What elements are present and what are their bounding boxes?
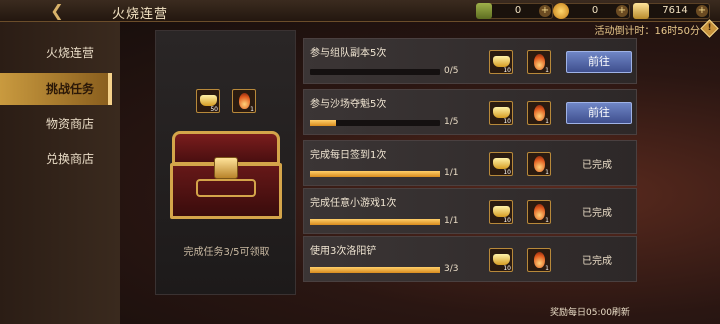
task-row: 完成每日签到1次 1/1 10 1 已完成 [303, 140, 637, 186]
progress-bar [310, 171, 440, 177]
gold-ingot-icon [633, 3, 649, 19]
reward-count: 10 [503, 169, 511, 176]
fire-token-icon [534, 204, 545, 220]
reward-count: 50 [210, 106, 218, 113]
task-row: 使用3次洛阳铲 3/3 10 1 已完成 [303, 236, 637, 282]
completed-status: 已完成 [582, 208, 612, 219]
reward-item-gold[interactable]: 10 [489, 50, 513, 74]
reward-count: 1 [545, 67, 549, 74]
progress-fill [310, 267, 440, 273]
currency-ingot: 7614 + [633, 3, 710, 19]
reward-count: 10 [503, 67, 511, 74]
task-label: 完成任意小游戏1次 [310, 198, 397, 209]
reward-count: 1 [545, 265, 549, 272]
sidebar-item-supply-shop[interactable]: 物资商店 [0, 108, 112, 140]
sidebar-item-fire-camp[interactable]: 火烧连营 [0, 37, 112, 69]
fire-token-icon [534, 54, 545, 70]
fire-token-icon [534, 252, 545, 268]
progress-fill [310, 120, 336, 126]
reward-count: 1 [545, 169, 549, 176]
progress-bar [310, 267, 440, 273]
progress-text: 3/3 [444, 264, 459, 274]
reward-item-gold[interactable]: 10 [489, 200, 513, 224]
chest-lock-icon [214, 157, 238, 179]
currency-value: 7614 [662, 5, 688, 16]
sidebar-item-exchange-shop[interactable]: 兑换商店 [0, 143, 112, 175]
reward-item-fire[interactable]: 1 [527, 50, 551, 74]
reward-item-gold[interactable]: 50 [196, 89, 220, 113]
reward-count: 10 [503, 118, 511, 125]
gold-coin-icon [553, 3, 569, 19]
reward-item-gold[interactable]: 10 [489, 248, 513, 272]
reward-count: 1 [250, 106, 254, 113]
progress-text: 1/5 [444, 117, 459, 127]
reward-item-gold[interactable]: 10 [489, 152, 513, 176]
task-label: 使用3次洛阳铲 [310, 246, 377, 257]
info-icon[interactable]: ! [700, 19, 719, 38]
event-countdown: 活动倒计时：16时50分 [594, 26, 700, 37]
add-jade-button[interactable]: + [539, 5, 551, 17]
page-title: 火烧连营 [112, 7, 169, 22]
gold-ingot-icon [493, 107, 510, 118]
jade-token-icon [476, 3, 492, 19]
reward-panel: 50 1 完成任务3/5可领取 [155, 30, 296, 295]
progress-text: 1/1 [444, 216, 459, 226]
currency-value: 0 [514, 5, 522, 16]
gold-ingot-icon [493, 158, 510, 169]
progress-bar [310, 120, 440, 126]
add-coin-button[interactable]: + [616, 5, 628, 17]
currency-jade: 0 + [476, 3, 553, 19]
reward-hint: 完成任务3/5可领取 [183, 247, 270, 258]
task-label: 完成每日签到1次 [310, 150, 387, 161]
progress-bar [310, 69, 440, 75]
task-label: 参与沙场夺魁5次 [310, 99, 387, 110]
reward-count: 1 [545, 118, 549, 125]
treasure-chest[interactable] [166, 131, 286, 219]
gold-ingot-icon [493, 56, 510, 67]
task-row: 完成任意小游戏1次 1/1 10 1 已完成 [303, 188, 637, 234]
go-button[interactable]: 前往 [566, 102, 632, 124]
reward-item-fire[interactable]: 1 [232, 89, 256, 113]
reward-count: 10 [503, 265, 511, 272]
add-ingot-button[interactable]: + [696, 5, 708, 17]
top-bar: ❮ 火烧连营 0 + 0 + 7614 + [0, 0, 720, 22]
progress-bar [310, 219, 440, 225]
progress-text: 0/5 [444, 66, 459, 76]
progress-fill [310, 171, 440, 177]
fire-token-icon [239, 93, 250, 109]
gold-ingot-icon [493, 206, 510, 217]
reward-item-fire[interactable]: 1 [527, 152, 551, 176]
currency-coin: 0 + [553, 3, 630, 19]
completed-status: 已完成 [582, 256, 612, 267]
reward-item-fire[interactable]: 1 [527, 200, 551, 224]
back-arrow-icon[interactable]: ❮ [40, 2, 74, 20]
gold-ingot-icon [200, 95, 217, 106]
progress-fill [310, 219, 440, 225]
reward-count: 1 [545, 217, 549, 224]
task-label: 参与组队副本5次 [310, 48, 387, 59]
task-row: 参与组队副本5次 0/5 10 1 前往 [303, 38, 637, 84]
fire-token-icon [534, 105, 545, 121]
refresh-note: 奖励每日05:00刷新 [550, 308, 630, 318]
sidebar: 火烧连营 挑战任务 物资商店 兑换商店 [0, 22, 120, 324]
go-button[interactable]: 前往 [566, 51, 632, 73]
completed-status: 已完成 [582, 160, 612, 171]
fire-token-icon [534, 156, 545, 172]
sidebar-item-challenge-tasks[interactable]: 挑战任务 [0, 73, 112, 105]
reward-item-gold[interactable]: 10 [489, 101, 513, 125]
reward-count: 10 [503, 217, 511, 224]
progress-text: 1/1 [444, 168, 459, 178]
gold-ingot-icon [493, 254, 510, 265]
currency-value: 0 [591, 5, 599, 16]
reward-item-fire[interactable]: 1 [527, 101, 551, 125]
task-row: 参与沙场夺魁5次 1/5 10 1 前往 [303, 89, 637, 135]
reward-item-fire[interactable]: 1 [527, 248, 551, 272]
